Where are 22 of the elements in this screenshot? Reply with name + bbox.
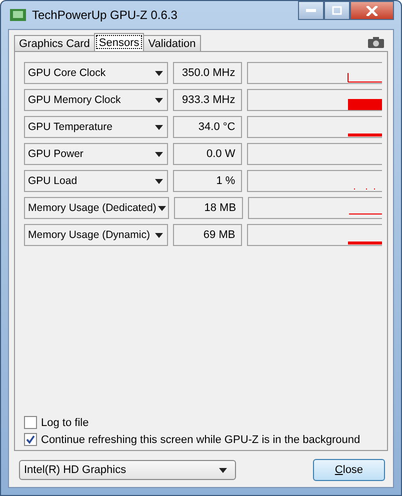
sensor-dropdown[interactable]: GPU Power bbox=[24, 143, 168, 165]
tab[interactable]: Sensors bbox=[94, 33, 144, 51]
close-dialog-button[interactable]: Close bbox=[313, 459, 385, 481]
sensor-dropdown[interactable]: GPU Core Clock bbox=[24, 62, 168, 84]
tab[interactable]: Validation bbox=[143, 35, 201, 51]
sensor-dropdown[interactable]: Memory Usage (Dynamic) bbox=[24, 224, 168, 246]
sensor-value: 1 % bbox=[172, 170, 242, 192]
sensor-value: 69 MB bbox=[172, 224, 242, 246]
sensor-dropdown[interactable]: Memory Usage (Dedicated) bbox=[24, 197, 169, 219]
checkbox-label: Log to file bbox=[41, 416, 89, 428]
sensor-dropdown[interactable]: GPU Temperature bbox=[24, 116, 168, 138]
window-title: TechPowerUp GPU-Z 0.6.3 bbox=[32, 8, 178, 22]
sensor-value: 933.3 MHz bbox=[172, 89, 242, 111]
sensor-dropdown[interactable]: GPU Memory Clock bbox=[24, 89, 168, 111]
tab[interactable]: Graphics Card bbox=[14, 35, 95, 51]
sensor-value: 34.0 °C bbox=[172, 116, 242, 138]
sensor-dropdown[interactable]: GPU Load bbox=[24, 170, 168, 192]
checkbox-label: Continue refreshing this screen while GPU-Z is in the background bbox=[41, 434, 360, 446]
device-dropdown[interactable]: Intel(R) HD Graphics bbox=[19, 460, 236, 480]
sensor-value: 0.0 W bbox=[172, 143, 242, 165]
sensor-value: 18 MB bbox=[174, 197, 244, 219]
sensor-value: 350.0 MHz bbox=[172, 62, 242, 84]
